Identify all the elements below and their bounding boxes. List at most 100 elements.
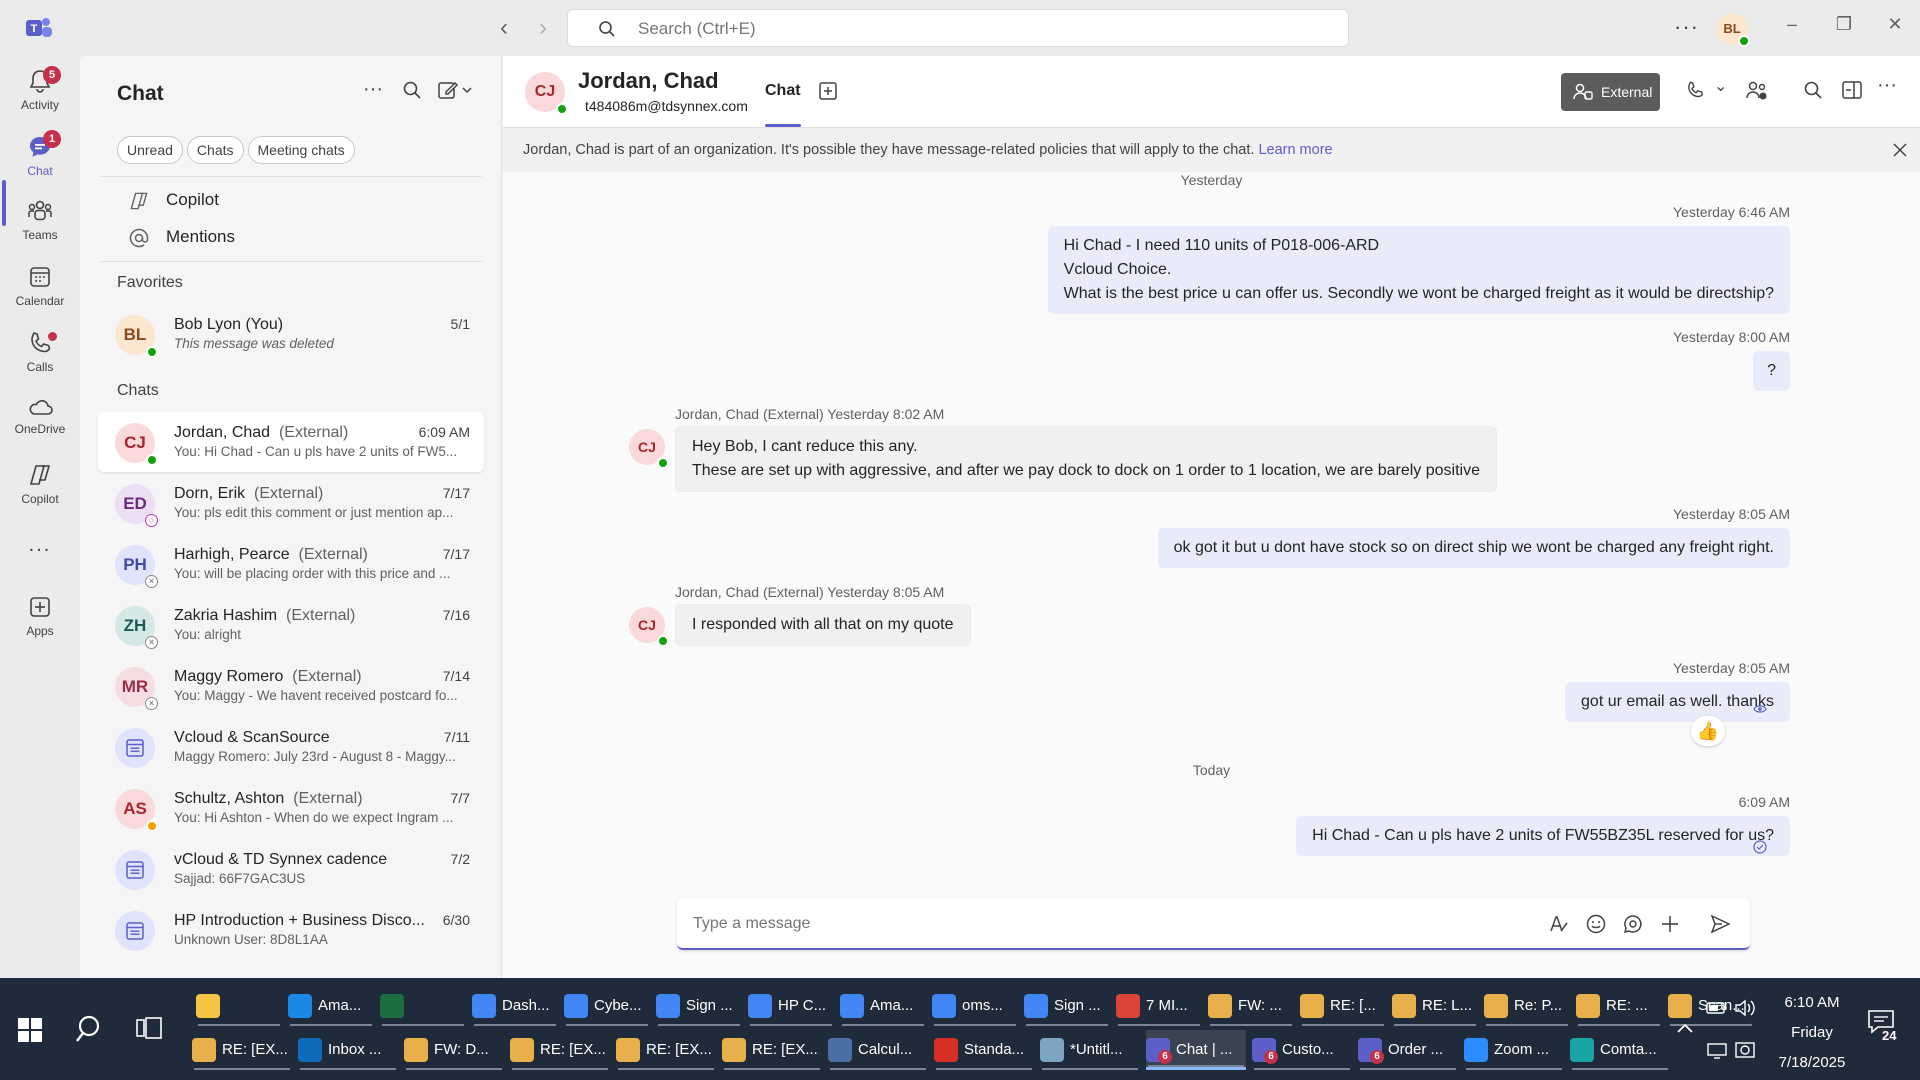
filter-unread[interactable]: Unread (117, 136, 183, 164)
people-settings-icon[interactable] (1745, 80, 1769, 102)
network-icon[interactable] (1706, 1042, 1728, 1060)
close-icon[interactable] (1892, 142, 1908, 158)
taskbar-button[interactable]: Inbox ... (298, 1030, 398, 1070)
message-bubble[interactable]: I responded with all that on my quote (675, 604, 971, 646)
message-bubble[interactable]: got ur email as well. thanks (1565, 682, 1790, 722)
rail-apps[interactable]: Apps (0, 594, 80, 638)
taskbar-button[interactable]: Zoom ... (1464, 1030, 1564, 1070)
rail-onedrive[interactable]: OneDrive (0, 396, 80, 436)
profile-avatar[interactable]: BL (1716, 13, 1750, 47)
taskbar-button[interactable]: Sign ... (656, 986, 742, 1026)
back-icon[interactable]: ‹ (492, 14, 516, 42)
chat-row-vcloud-scansource[interactable]: Vcloud & ScanSource 7/11 Maggy Romero: J… (98, 717, 484, 777)
taskbar-button[interactable]: RE: [EX... (192, 1030, 292, 1070)
taskbar-button[interactable]: 6 Custo... (1252, 1030, 1352, 1070)
format-icon[interactable] (1547, 913, 1569, 935)
taskbar-button[interactable]: RE: [EX... (722, 1030, 822, 1070)
send-icon[interactable] (1709, 913, 1731, 935)
running-indicator (1148, 1065, 1244, 1067)
chevron-up-icon[interactable] (1676, 1022, 1694, 1034)
chat-row-jordan-chad[interactable]: CJ Jordan, Chad (External) 6:09 AM You: … (98, 412, 484, 472)
taskbar-button[interactable]: oms... (932, 986, 1018, 1026)
chat-row-schultz-ashton[interactable]: AS Schultz, Ashton (External) 7/7 You: H… (98, 778, 484, 838)
rail-calls[interactable]: Calls (0, 330, 80, 374)
taskbar-button[interactable]: Comta... (1570, 1030, 1670, 1070)
tab-chat[interactable]: Chat (765, 82, 801, 100)
system-clock[interactable]: 6:10 AM Friday 7/18/2025 (1752, 988, 1872, 1078)
battery-icon[interactable] (1706, 1000, 1728, 1016)
taskbar-button[interactable]: FW: ... (1208, 986, 1294, 1026)
taskbar-button[interactable]: Calcul... (828, 1030, 928, 1070)
rail-calendar[interactable]: Calendar (0, 264, 80, 308)
taskbar-button[interactable]: Ama... (840, 986, 926, 1026)
close-icon[interactable]: ✕ (1880, 14, 1910, 35)
taskbar-button[interactable]: 6 Chat | ... (1146, 1030, 1246, 1070)
taskbar-button[interactable]: HP C... (748, 986, 834, 1026)
taskbar-button[interactable] (196, 986, 282, 1026)
task-view-icon[interactable] (136, 1016, 162, 1040)
rail-copilot[interactable]: Copilot (0, 462, 80, 506)
message-bubble[interactable]: Hi Chad - I need 110 units of P018-006-A… (1047, 226, 1790, 314)
taskbar-button[interactable]: RE: L... (1392, 986, 1478, 1026)
search-box[interactable] (567, 9, 1349, 47)
favorite-row[interactable]: BL Bob Lyon (You) 5/1 This message was d… (98, 304, 484, 364)
external-button[interactable]: External (1561, 73, 1660, 111)
rail-chat[interactable]: Chat 1 (0, 130, 80, 178)
search-icon[interactable] (402, 80, 422, 100)
message-bubble[interactable]: ok got it but u dont have stock so on di… (1157, 528, 1790, 568)
taskbar-button[interactable] (380, 986, 466, 1026)
chevron-down-icon[interactable]: ⌄ (1714, 76, 1727, 96)
chat-row-dorn-erik[interactable]: ED ○ Dorn, Erik (External) 7/17 You: pls … (98, 473, 484, 533)
taskbar-button[interactable]: FW: D... (404, 1030, 504, 1070)
rail-activity[interactable]: Activity 5 (0, 66, 80, 112)
chat-row-zakria-hashim[interactable]: ZH × Zakria Hashim (External) 7/16 You: a… (98, 595, 484, 655)
filter-chats[interactable]: Chats (186, 136, 244, 164)
more-options-icon[interactable]: ··· (363, 78, 383, 101)
taskbar-button[interactable]: RE: [EX... (510, 1030, 610, 1070)
chat-row-maggy-romero[interactable]: MR × Maggy Romero (External) 7/14 You: Ma… (98, 656, 484, 716)
taskbar-button[interactable]: 7 MI... (1116, 986, 1202, 1026)
more-options-icon[interactable]: ··· (1674, 14, 1699, 40)
thumbs-up-reaction[interactable]: 👍 (1691, 716, 1725, 746)
search-icon[interactable] (1803, 80, 1823, 100)
taskbar-button[interactable]: Cybe... (564, 986, 650, 1026)
open-side-panel-icon[interactable] (1841, 80, 1863, 100)
plus-icon[interactable] (1659, 913, 1681, 935)
more-apps-icon[interactable]: ... (0, 534, 80, 557)
call-icon[interactable] (1685, 80, 1705, 100)
learn-more-link[interactable]: Learn more (1258, 142, 1332, 158)
taskbar-button[interactable]: Ama... (288, 986, 374, 1026)
taskbar-button[interactable]: Standa... (934, 1030, 1034, 1070)
taskbar-button[interactable]: RE: [EX... (616, 1030, 716, 1070)
contact-name[interactable]: Jordan, Chad (578, 68, 719, 94)
message-input[interactable] (693, 912, 1333, 936)
emoji-icon[interactable] (1585, 913, 1607, 935)
compose-box[interactable] (677, 898, 1750, 950)
message-bubble[interactable]: ? (1753, 351, 1790, 391)
chat-row-vcloud-td-synnex[interactable]: vCloud & TD Synnex cadence 7/2 Sajjad: 6… (98, 839, 484, 899)
forward-icon[interactable]: › (531, 14, 555, 42)
taskbar-button[interactable]: Sign ... (1024, 986, 1110, 1026)
add-tab-icon[interactable] (818, 81, 838, 101)
taskbar-button[interactable]: Dash... (472, 986, 558, 1026)
chat-row-harhigh-pearce[interactable]: PH × Harhigh, Pearce (External) 7/17 You:… (98, 534, 484, 594)
search-input[interactable] (638, 18, 1238, 40)
loop-icon[interactable] (1622, 913, 1644, 935)
windows-start-icon[interactable] (18, 1018, 42, 1042)
taskbar-button[interactable]: *Untitl... (1040, 1030, 1140, 1070)
restore-icon[interactable]: ❐ (1829, 14, 1859, 35)
filter-meeting-chats[interactable]: Meeting chats (247, 136, 355, 164)
taskbar-button[interactable]: RE: [... (1300, 986, 1386, 1026)
taskbar-button[interactable]: RE: ... (1576, 986, 1662, 1026)
minimize-icon[interactable]: – (1777, 14, 1807, 35)
new-chat-icon[interactable] (438, 80, 474, 100)
search-icon[interactable] (74, 1014, 104, 1044)
taskbar-button[interactable]: 6 Order ... (1358, 1030, 1458, 1070)
chat-row-hp-introduction[interactable]: HP Introduction + Business Disco... 6/30… (98, 900, 484, 960)
message-bubble[interactable]: Hey Bob, I cant reduce this any. These a… (675, 426, 1497, 492)
rail-teams[interactable]: Teams (0, 198, 80, 242)
message-bubble[interactable]: Hi Chad - Can u pls have 2 units of FW55… (1296, 816, 1790, 856)
taskbar-button[interactable]: Re: P... (1484, 986, 1570, 1026)
more-options-icon[interactable]: ··· (1877, 74, 1897, 97)
contact-avatar[interactable]: CJ (525, 72, 568, 115)
